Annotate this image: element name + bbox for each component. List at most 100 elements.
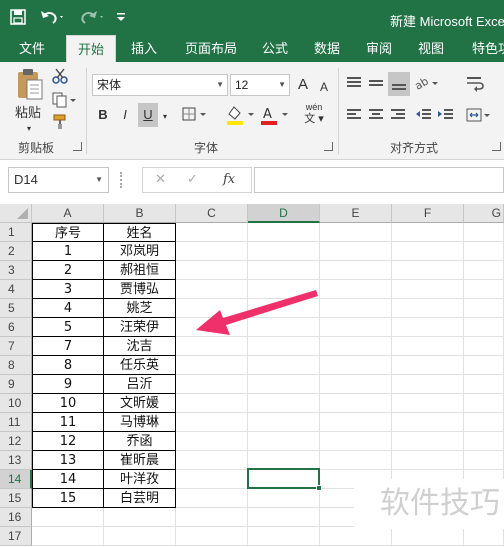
cell-c15[interactable] [176,489,248,508]
underline-dropdown-icon[interactable]: ▾ [160,108,170,126]
cell-b8[interactable]: 任乐英 [104,356,176,375]
cell-d1[interactable] [248,223,320,242]
cell-b17[interactable] [104,527,176,546]
tab-data[interactable]: 数据 [306,35,348,62]
cell-b2[interactable]: 邓岚明 [104,242,176,261]
borders-icon[interactable] [180,106,210,124]
align-middle-icon[interactable] [366,74,386,94]
cell-d17[interactable] [248,527,320,546]
cell-d16[interactable] [248,508,320,527]
cell-d3[interactable] [248,261,320,280]
cell-f7[interactable] [392,337,464,356]
cell-a6[interactable]: 5 [32,318,104,337]
cell-a2[interactable]: 1 [32,242,104,261]
fill-handle[interactable] [316,485,322,491]
cell-f8[interactable] [392,356,464,375]
cell-g9[interactable] [464,375,504,394]
cell-b5[interactable]: 姚芝 [104,299,176,318]
decrease-indent-icon[interactable] [414,106,434,126]
cell-f13[interactable] [392,451,464,470]
orientation-icon[interactable]: ab [412,74,440,94]
row-header-4[interactable]: 4 [0,280,32,299]
cell-d11[interactable] [248,413,320,432]
active-cell-d14[interactable] [247,468,320,489]
cell-c8[interactable] [176,356,248,375]
row-header-3[interactable]: 3 [0,261,32,280]
column-header-d[interactable]: D [248,204,320,223]
cell-e13[interactable] [320,451,392,470]
row-header-5[interactable]: 5 [0,299,32,318]
merge-center-icon[interactable] [464,106,492,126]
cell-e6[interactable] [320,318,392,337]
row-header-10[interactable]: 10 [0,394,32,413]
paste-icon[interactable] [12,68,46,104]
cell-a13[interactable]: 13 [32,451,104,470]
row-header-8[interactable]: 8 [0,356,32,375]
cell-b13[interactable]: 崔昕晨 [104,451,176,470]
cell-f12[interactable] [392,432,464,451]
cell-g2[interactable] [464,242,504,261]
cancel-icon[interactable]: ✕ [155,171,166,187]
tab-view[interactable]: 视图 [410,35,452,62]
cell-a17[interactable] [32,527,104,546]
column-header-a[interactable]: A [32,204,104,223]
cell-b6[interactable]: 汪荣伊 [104,318,176,337]
font-launcher-icon[interactable] [324,142,333,151]
cell-b14[interactable]: 叶洋孜 [104,470,176,489]
cell-c6[interactable] [176,318,248,337]
cell-f17[interactable] [392,527,464,546]
cell-e11[interactable] [320,413,392,432]
cell-c12[interactable] [176,432,248,451]
cell-g11[interactable] [464,413,504,432]
cell-g6[interactable] [464,318,504,337]
fill-color-icon[interactable] [224,104,258,128]
align-center-icon[interactable] [366,106,386,126]
cell-e9[interactable] [320,375,392,394]
column-header-e[interactable]: E [320,204,392,223]
cell-d7[interactable] [248,337,320,356]
cell-c14[interactable] [176,470,248,489]
cell-g5[interactable] [464,299,504,318]
row-header-14[interactable]: 14 [0,470,32,489]
cell-f1[interactable] [392,223,464,242]
cell-e5[interactable] [320,299,392,318]
font-size-select[interactable]: 12 ▼ [230,74,290,96]
drag-handle-icon[interactable] [120,172,124,188]
row-header-2[interactable]: 2 [0,242,32,261]
cell-c13[interactable] [176,451,248,470]
formula-input[interactable] [254,167,504,193]
cell-c2[interactable] [176,242,248,261]
cell-g12[interactable] [464,432,504,451]
cell-d5[interactable] [248,299,320,318]
shrink-font-button[interactable]: A [316,78,332,96]
copy-icon[interactable] [50,92,80,110]
cell-a11[interactable]: 11 [32,413,104,432]
cell-b12[interactable]: 乔函 [104,432,176,451]
wrap-text-icon[interactable] [464,74,488,94]
cell-c3[interactable] [176,261,248,280]
row-header-16[interactable]: 16 [0,508,32,527]
cell-b15[interactable]: 白芸明 [104,489,176,508]
cell-b11[interactable]: 马博琳 [104,413,176,432]
tab-review[interactable]: 审阅 [358,35,400,62]
cell-a3[interactable]: 2 [32,261,104,280]
cell-f6[interactable] [392,318,464,337]
row-header-11[interactable]: 11 [0,413,32,432]
row-header-1[interactable]: 1 [0,223,32,242]
row-header-9[interactable]: 9 [0,375,32,394]
italic-button[interactable]: I [118,106,132,124]
cell-f11[interactable] [392,413,464,432]
cell-b10[interactable]: 文昕媛 [104,394,176,413]
column-header-f[interactable]: F [392,204,464,223]
cell-c7[interactable] [176,337,248,356]
cell-a16[interactable] [32,508,104,527]
row-header-12[interactable]: 12 [0,432,32,451]
row-header-13[interactable]: 13 [0,451,32,470]
tab-insert[interactable]: 插入 [122,35,166,62]
cell-f2[interactable] [392,242,464,261]
row-header-7[interactable]: 7 [0,337,32,356]
cell-d9[interactable] [248,375,320,394]
cell-a4[interactable]: 3 [32,280,104,299]
cell-b1[interactable]: 姓名 [104,223,176,242]
cell-b3[interactable]: 郝祖恒 [104,261,176,280]
